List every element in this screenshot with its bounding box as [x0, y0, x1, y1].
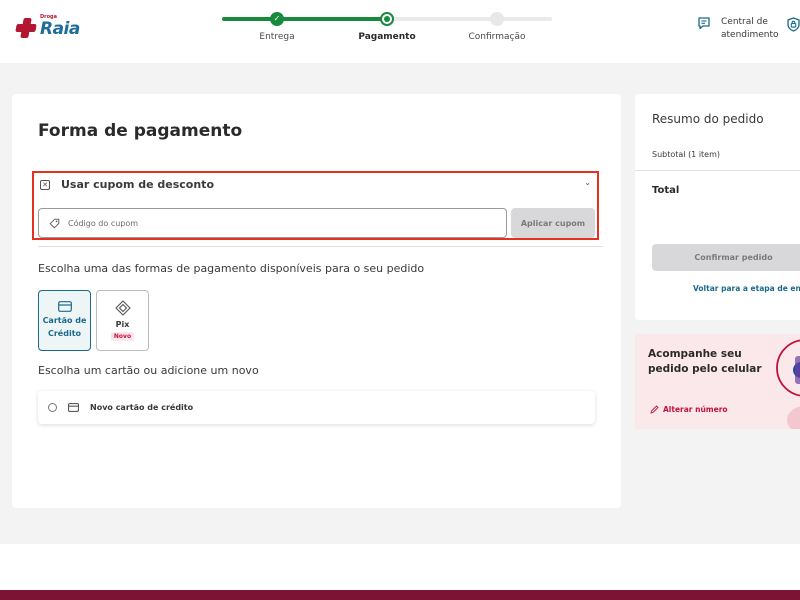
- step-label-confirmacao: Confirmação: [468, 32, 526, 42]
- phone-illustration-icon: [776, 339, 800, 429]
- apply-coupon-button[interactable]: Aplicar cupom: [511, 208, 595, 238]
- shield-icon[interactable]: [787, 17, 800, 32]
- pix-icon: [114, 300, 131, 316]
- checkout-stepper: ✓ Entrega Pagamento Confirmação: [222, 10, 552, 50]
- total-label: Total: [652, 185, 680, 196]
- change-number-label: Alterar número: [663, 405, 728, 414]
- footer-bar: [0, 590, 800, 600]
- chevron-down-icon[interactable]: ⌄: [584, 178, 591, 187]
- coupon-placeholder: Código do cupom: [68, 218, 139, 228]
- coupon-title: Usar cupom de desconto: [61, 178, 215, 191]
- payment-option-credit-card[interactable]: Cartão de Crédito: [38, 290, 91, 351]
- payment-method-prompt: Escolha uma das formas de pagamento disp…: [38, 262, 425, 275]
- payment-option-label: Pix: [115, 320, 130, 329]
- payment-option-label: Cartão de Crédito: [42, 316, 87, 338]
- coupon-toggle[interactable]: ✕ Usar cupom de desconto: [40, 178, 214, 191]
- coupon-section: ✕ Usar cupom de desconto ⌄ Código do cup…: [32, 171, 599, 240]
- new-card-label: Novo cartão de crédito: [90, 403, 194, 412]
- header: Droga Raia ✓ Entrega Pagamento Confirmaç…: [0, 0, 800, 63]
- stepper-progress: [222, 17, 387, 21]
- payment-option-pix[interactable]: Pix Novo: [96, 290, 149, 351]
- new-credit-card-option[interactable]: Novo cartão de crédito: [38, 391, 595, 424]
- payment-card: Forma de pagamento ✕ Usar cupom de desco…: [12, 94, 621, 508]
- back-to-delivery-link[interactable]: Voltar para a etapa de entre: [693, 284, 800, 293]
- sms-tracking-promo: Acompanhe seu pedido pelo celular Altera…: [635, 334, 800, 429]
- radio-button[interactable]: [48, 403, 57, 412]
- help-center-link[interactable]: Central de atendimento: [697, 16, 781, 42]
- order-summary: Resumo do pedido Subtotal (1 item) Total…: [635, 94, 800, 320]
- close-square-icon[interactable]: ✕: [40, 179, 50, 190]
- step-label-pagamento: Pagamento: [358, 32, 416, 42]
- confirm-order-button[interactable]: Confirmar pedido: [652, 244, 800, 271]
- pencil-icon: [650, 405, 659, 414]
- summary-title: Resumo do pedido: [652, 112, 764, 126]
- credit-card-icon: [57, 301, 72, 312]
- step-entrega-check-icon: ✓: [270, 12, 284, 26]
- chat-icon: [698, 17, 710, 30]
- logo-cross-icon: [16, 18, 36, 38]
- credit-card-icon: [68, 403, 79, 412]
- page-title: Forma de pagamento: [38, 121, 243, 141]
- coupon-input[interactable]: Código do cupom: [38, 208, 507, 238]
- drogaraia-logo[interactable]: Droga Raia: [16, 14, 80, 38]
- promo-title: Acompanhe seu pedido pelo celular: [648, 348, 762, 375]
- step-confirmacao-dot: [490, 12, 504, 26]
- tag-icon: [49, 218, 60, 229]
- card-select-prompt: Escolha um cartão ou adicione um novo: [38, 364, 259, 377]
- change-number-link[interactable]: Alterar número: [650, 405, 728, 414]
- step-pagamento-dot: [380, 12, 394, 26]
- subtotal-label: Subtotal (1 item): [652, 150, 721, 159]
- footer: [0, 544, 800, 590]
- divider: [635, 170, 800, 171]
- logo-main-text: Raia: [40, 19, 80, 39]
- step-label-entrega: Entrega: [259, 32, 295, 42]
- help-center-label: Central de atendimento: [721, 17, 779, 40]
- divider: [38, 246, 603, 247]
- new-badge: Novo: [110, 332, 135, 341]
